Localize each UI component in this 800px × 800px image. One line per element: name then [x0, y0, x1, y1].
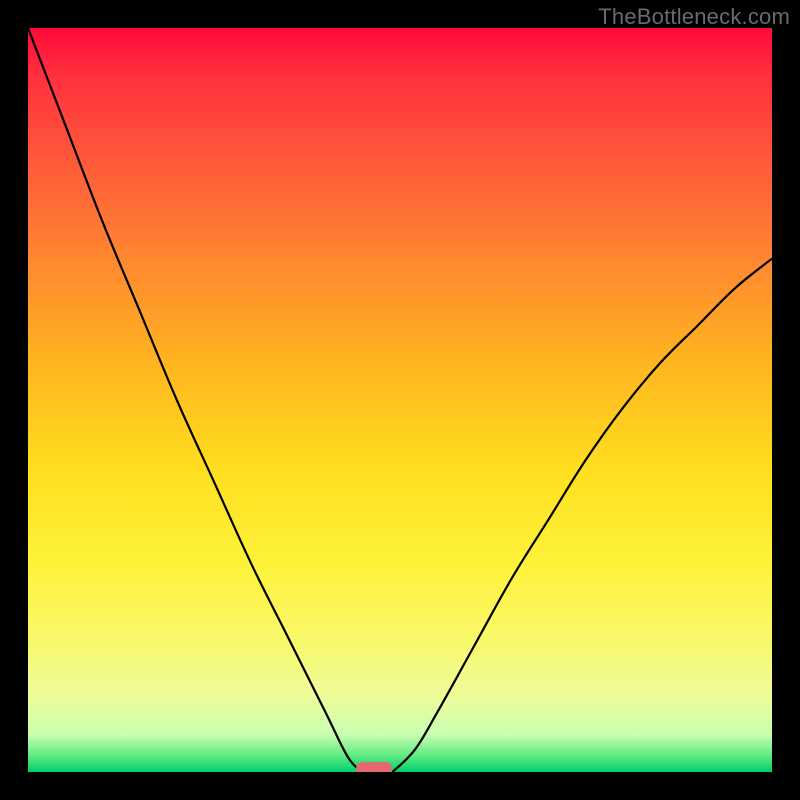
- optimal-marker: [356, 762, 392, 772]
- outer-frame: TheBottleneck.com: [0, 0, 800, 800]
- left-curve: [28, 28, 363, 772]
- watermark-text: TheBottleneck.com: [598, 4, 790, 30]
- plot-area: [28, 28, 772, 772]
- curve-layer: [28, 28, 772, 772]
- right-curve: [393, 259, 772, 772]
